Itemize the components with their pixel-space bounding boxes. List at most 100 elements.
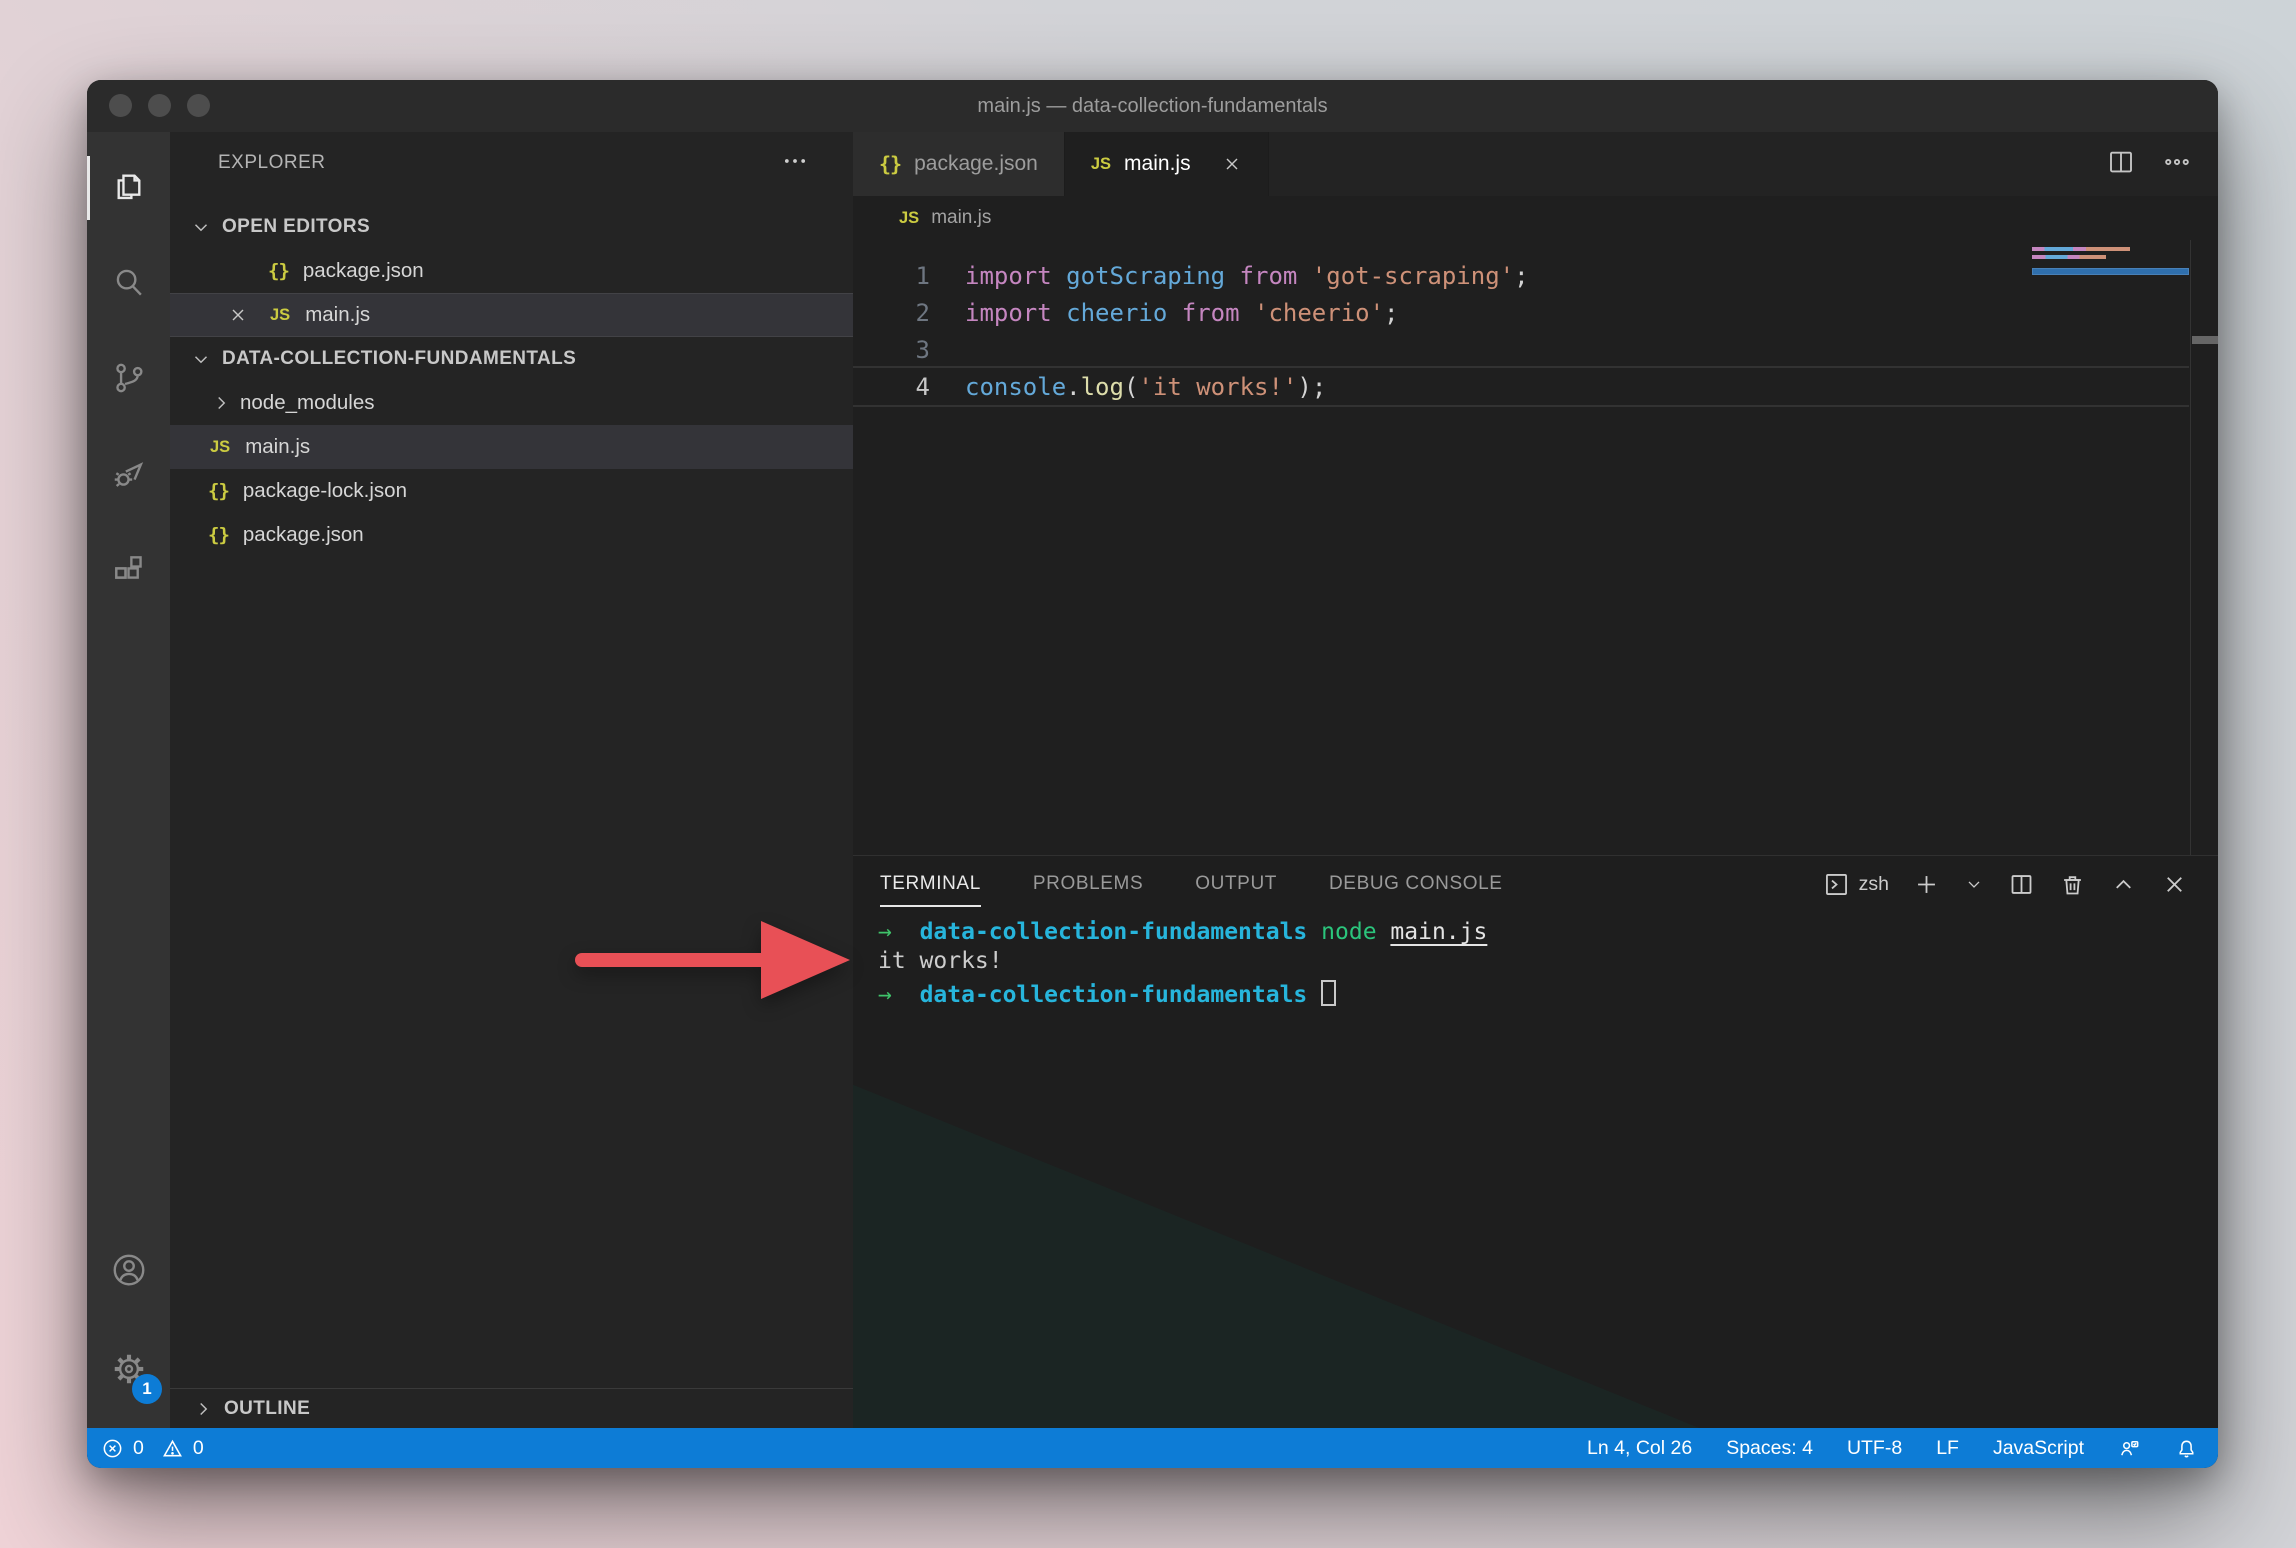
settings-button[interactable]: 1 bbox=[87, 1328, 170, 1414]
more-actions-icon[interactable] bbox=[781, 147, 809, 180]
folder-label: node_modules bbox=[240, 391, 375, 415]
close-panel-icon[interactable] bbox=[2161, 871, 2188, 898]
minimize-window-button[interactable] bbox=[148, 94, 171, 117]
terminal-line: → data-collection-fundamentals bbox=[878, 976, 1487, 1005]
tree-item-package-json[interactable]: {} package.json bbox=[170, 513, 853, 557]
close-window-button[interactable] bbox=[109, 94, 132, 117]
tab-main-js[interactable]: JS main.js bbox=[1065, 132, 1269, 196]
split-editor-icon[interactable] bbox=[2106, 147, 2136, 182]
search-icon bbox=[110, 263, 148, 306]
terminal-panel: TERMINAL PROBLEMS OUTPUT DEBUG CONSOLE z… bbox=[853, 855, 2218, 1428]
minimap-line bbox=[2032, 255, 2106, 259]
js-file-icon: JS bbox=[210, 438, 230, 457]
annotation-arrow bbox=[565, 912, 865, 1008]
files-icon bbox=[110, 167, 148, 210]
indentation[interactable]: Spaces: 4 bbox=[1726, 1437, 1813, 1460]
editor-group: {} package.json JS main.js JS m bbox=[853, 132, 2218, 1428]
zoom-window-button[interactable] bbox=[187, 94, 210, 117]
file-label: main.js bbox=[305, 303, 370, 327]
open-editors-header[interactable]: OPEN EDITORS bbox=[170, 205, 853, 249]
new-terminal-icon[interactable] bbox=[1913, 871, 1940, 898]
minimap-line bbox=[2032, 247, 2130, 251]
terminal-line: → data-collection-fundamentals node main… bbox=[878, 918, 1487, 947]
encoding[interactable]: UTF-8 bbox=[1847, 1437, 1902, 1460]
tab-terminal[interactable]: TERMINAL bbox=[880, 873, 981, 895]
explorer-sidebar: EXPLORER OPEN EDITORS {} package.json bbox=[170, 132, 853, 1428]
sidebar-item-source-control[interactable] bbox=[87, 332, 170, 428]
tab-package-json[interactable]: {} package.json bbox=[853, 132, 1065, 196]
js-file-icon: JS bbox=[270, 306, 290, 325]
title-bar[interactable]: main.js — data-collection-fundamentals bbox=[87, 80, 2218, 132]
warning-count[interactable]: 0 bbox=[193, 1437, 204, 1460]
desktop: main.js — data-collection-fundamentals bbox=[0, 0, 2296, 1548]
feedback-icon[interactable] bbox=[2118, 1437, 2141, 1460]
chevron-right-icon bbox=[192, 1398, 214, 1420]
source-control-icon bbox=[110, 359, 148, 402]
terminal-output[interactable]: → data-collection-fundamentals node main… bbox=[878, 918, 1487, 1005]
vscode-window: main.js — data-collection-fundamentals bbox=[87, 80, 2218, 1468]
close-icon[interactable] bbox=[228, 305, 248, 325]
sidebar-item-run-debug[interactable] bbox=[87, 428, 170, 524]
extensions-icon bbox=[110, 551, 148, 594]
tree-item-main-js[interactable]: JS main.js bbox=[170, 425, 853, 469]
json-file-icon: {} bbox=[879, 152, 901, 176]
run-debug-icon bbox=[110, 455, 148, 498]
editor-scrollbar[interactable] bbox=[2190, 240, 2218, 855]
eol-sequence[interactable]: LF bbox=[1936, 1437, 1959, 1460]
shell-picker[interactable]: zsh bbox=[1823, 871, 1889, 898]
outline-section-header[interactable]: OUTLINE bbox=[170, 1388, 853, 1428]
minimap[interactable] bbox=[2032, 247, 2189, 275]
code-editor[interactable]: 1 import gotScraping from 'got-scraping'… bbox=[853, 240, 2218, 855]
code-line: 1 import gotScraping from 'got-scraping'… bbox=[853, 258, 2218, 295]
tab-label: package.json bbox=[914, 152, 1038, 176]
tab-debug-console[interactable]: DEBUG CONSOLE bbox=[1329, 873, 1503, 895]
chevron-down-icon bbox=[190, 348, 212, 370]
js-file-icon: JS bbox=[899, 209, 919, 228]
open-editor-package-json[interactable]: {} package.json bbox=[170, 249, 853, 293]
minimap-highlighted-line bbox=[2032, 268, 2189, 275]
file-label: package-lock.json bbox=[243, 479, 407, 503]
file-label: package.json bbox=[243, 523, 364, 547]
tab-label: main.js bbox=[1124, 152, 1191, 176]
file-label: package.json bbox=[303, 259, 424, 283]
tree-item-node-modules[interactable]: node_modules bbox=[170, 381, 853, 425]
error-count[interactable]: 0 bbox=[133, 1437, 144, 1460]
warnings-icon[interactable] bbox=[161, 1437, 184, 1460]
traffic-lights bbox=[109, 94, 210, 117]
file-label: main.js bbox=[245, 435, 310, 459]
maximize-panel-icon[interactable] bbox=[2110, 871, 2137, 898]
tab-problems[interactable]: PROBLEMS bbox=[1033, 873, 1143, 895]
account-icon bbox=[110, 1251, 148, 1294]
code-line: 3 bbox=[853, 332, 2218, 369]
notifications-bell-icon[interactable] bbox=[2175, 1437, 2198, 1460]
tab-bar: {} package.json JS main.js bbox=[853, 132, 2218, 196]
launch-profile-chevron-icon[interactable] bbox=[1964, 874, 1984, 894]
sidebar-item-extensions[interactable] bbox=[87, 524, 170, 620]
window-title: main.js — data-collection-fundamentals bbox=[977, 95, 1327, 118]
tab-output[interactable]: OUTPUT bbox=[1195, 873, 1277, 895]
close-icon[interactable] bbox=[1222, 154, 1242, 174]
shell-label: zsh bbox=[1859, 873, 1889, 896]
code-line: 4 console.log('it works!'); bbox=[853, 369, 2218, 406]
open-editor-main-js[interactable]: JS main.js bbox=[170, 293, 853, 337]
workspace-folder-header[interactable]: DATA-COLLECTION-FUNDAMENTALS bbox=[170, 337, 853, 381]
cursor-position[interactable]: Ln 4, Col 26 bbox=[1587, 1437, 1692, 1460]
more-actions-icon[interactable] bbox=[2162, 147, 2192, 182]
status-bar: 0 0 Ln 4, Col 26 Spaces: 4 UTF-8 LF Java… bbox=[87, 1428, 2218, 1468]
sidebar-item-search[interactable] bbox=[87, 236, 170, 332]
json-file-icon: {} bbox=[208, 524, 229, 546]
chevron-down-icon bbox=[190, 216, 212, 238]
tree-item-package-lock-json[interactable]: {} package-lock.json bbox=[170, 469, 853, 513]
split-terminal-icon[interactable] bbox=[2008, 871, 2035, 898]
chevron-right-icon bbox=[210, 392, 232, 414]
breadcrumb-item: main.js bbox=[931, 207, 991, 229]
account-button[interactable] bbox=[87, 1224, 170, 1320]
settings-badge: 1 bbox=[132, 1374, 162, 1404]
kill-terminal-icon[interactable] bbox=[2059, 871, 2086, 898]
terminal-cursor bbox=[1321, 980, 1336, 1006]
language-mode[interactable]: JavaScript bbox=[1993, 1437, 2084, 1460]
json-file-icon: {} bbox=[208, 480, 229, 502]
sidebar-item-explorer[interactable] bbox=[87, 140, 170, 236]
breadcrumb[interactable]: JS main.js bbox=[853, 196, 2218, 240]
errors-icon[interactable] bbox=[101, 1437, 124, 1460]
